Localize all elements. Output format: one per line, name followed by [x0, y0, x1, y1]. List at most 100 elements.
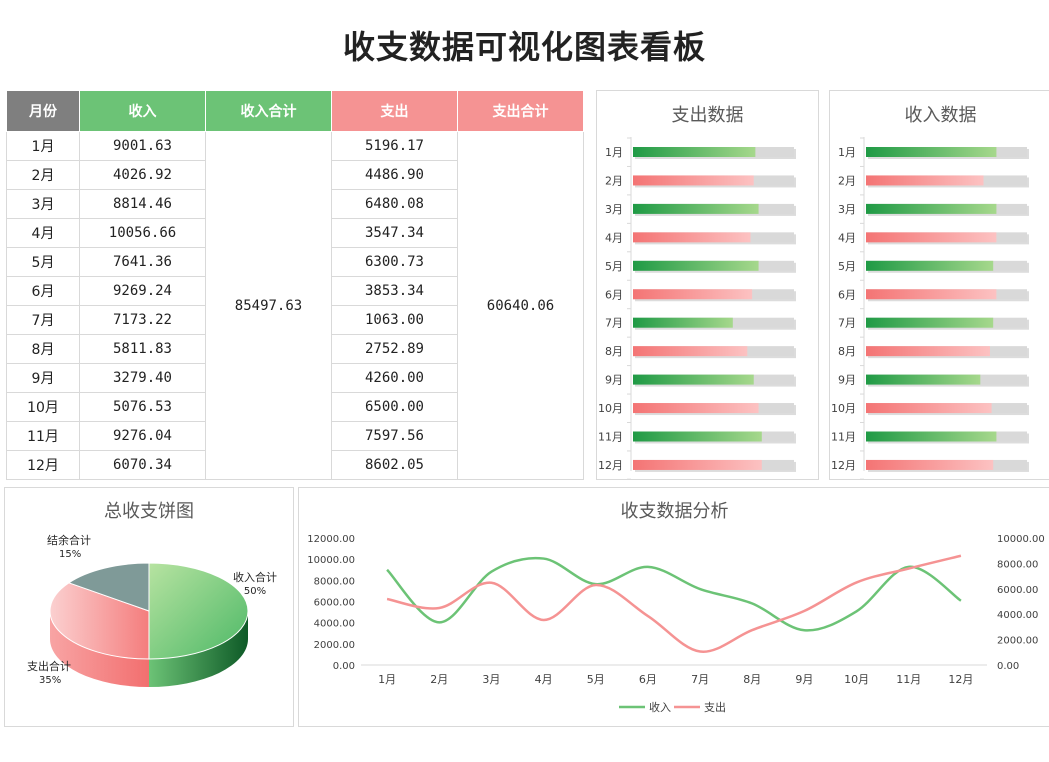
income-tick-label: 12月	[831, 459, 856, 472]
income-tick-label: 7月	[838, 317, 856, 330]
expense-cell: 3853.34	[331, 276, 458, 306]
expense-tick-label: 12月	[598, 459, 623, 472]
income-bar	[866, 374, 981, 385]
income-bar-panel: 收入数据 1月 2月 3月 4月 5月 6月 7月 8月 9月 10月 11月 12月	[829, 90, 1049, 480]
legend-label: 支出	[704, 700, 726, 714]
income-tick-label: 6月	[838, 288, 856, 301]
y-left-tick-label: 2000.00	[314, 640, 355, 651]
y-left-tick-label: 10000.00	[307, 555, 355, 566]
pie-label: 支出合计	[27, 659, 71, 673]
income-cell: 8814.46	[79, 189, 206, 219]
expense-cell: 6480.08	[331, 189, 458, 219]
expense-bar-chart: 1月 2月 3月 4月 5月 6月 7月 8月 9月 10月 11月 12月	[598, 137, 796, 479]
y-right-tick-label: 0.00	[997, 661, 1019, 672]
pie-pct-label: 50%	[244, 586, 266, 597]
month-cell: 3月	[6, 189, 80, 219]
x-tick-label: 2月	[430, 673, 448, 686]
expense-bar	[633, 431, 762, 442]
income-tick-label: 4月	[838, 231, 856, 244]
pie-pct-label: 35%	[39, 675, 61, 686]
income-tick-label: 11月	[831, 431, 856, 444]
pie-panel: 总收支饼图 收入合计 50% 支出合计 35% 结余合计 15%	[4, 487, 294, 727]
income-cell: 10056.66	[79, 218, 206, 248]
income-bar	[866, 175, 984, 186]
income-cell: 9276.04	[79, 421, 206, 451]
income-cell: 7641.36	[79, 247, 206, 277]
expense-tick-label: 3月	[605, 203, 623, 216]
expense-tick-label: 11月	[598, 431, 623, 444]
x-tick-label: 9月	[795, 673, 813, 686]
y-left-tick-label: 6000.00	[314, 598, 355, 609]
expense-tick-label: 5月	[605, 260, 623, 273]
expense-cell: 6500.00	[331, 392, 458, 422]
income-bar	[866, 232, 997, 243]
income-bar	[866, 203, 997, 214]
income-cell: 4026.92	[79, 160, 206, 190]
income-bar	[866, 317, 994, 328]
header-expense-total: 支出合计	[457, 90, 584, 132]
expense-cell: 4260.00	[331, 363, 458, 393]
month-cell: 12月	[6, 450, 80, 480]
income-tick-label: 2月	[838, 174, 856, 187]
x-tick-label: 5月	[587, 673, 605, 686]
month-cell: 9月	[6, 363, 80, 393]
x-tick-label: 3月	[482, 673, 500, 686]
income-cell: 5811.83	[79, 334, 206, 364]
expense-tick-label: 9月	[605, 374, 623, 387]
y-right-tick-label: 10000.00	[997, 534, 1045, 545]
y-right-tick-label: 6000.00	[997, 585, 1038, 596]
series-line-income	[386, 556, 962, 632]
month-cell: 7月	[6, 305, 80, 335]
series-line-expense	[386, 554, 962, 653]
income-cell: 6070.34	[79, 450, 206, 480]
expense-cell: 7597.56	[331, 421, 458, 451]
line-panel: 收支数据分析 0.00 2000.00 4000.00 6000.00 8000.00 1…	[298, 487, 1049, 727]
income-tick-label: 8月	[838, 345, 856, 358]
header-income-total: 收入合计	[205, 90, 332, 132]
income-tick-label: 3月	[838, 203, 856, 216]
income-tick-label: 10月	[831, 402, 856, 415]
expense-bar	[633, 346, 748, 357]
income-bar	[866, 459, 994, 470]
expense-tick-label: 1月	[605, 146, 623, 159]
expense-bar	[633, 317, 733, 328]
expense-bar	[633, 459, 762, 470]
expense-bar	[633, 289, 753, 300]
expense-bar	[633, 374, 754, 385]
expense-cell: 6300.73	[331, 247, 458, 277]
y-left-tick-label: 8000.00	[314, 576, 355, 587]
x-tick-label: 12月	[948, 673, 973, 686]
month-cell: 5月	[6, 247, 80, 277]
income-bar-chart: 1月 2月 3月 4月 5月 6月 7月 8月 9月 10月 11月 12月	[831, 137, 1029, 479]
expense-cell: 3547.34	[331, 218, 458, 248]
pie-chart: 收入合计 50% 支出合计 35% 结余合计 15%	[27, 533, 277, 687]
expense-bar	[633, 147, 756, 157]
income-cell: 9269.24	[79, 276, 206, 306]
x-tick-label: 7月	[691, 673, 709, 686]
income-bar	[866, 403, 992, 414]
income-cell: 9001.63	[79, 131, 206, 161]
header-expense: 支出	[331, 90, 458, 132]
header-month: 月份	[6, 90, 80, 132]
y-right-tick-label: 8000.00	[997, 559, 1038, 570]
expense-bar	[633, 232, 751, 243]
expense-tick-label: 8月	[605, 345, 623, 358]
income-tick-label: 9月	[838, 374, 856, 387]
income-bar	[866, 289, 997, 300]
expense-tick-label: 10月	[598, 402, 623, 415]
month-cell: 8月	[6, 334, 80, 364]
y-right-tick-label: 2000.00	[997, 636, 1038, 647]
expense-bar	[633, 403, 759, 414]
y-left-tick-label: 4000.00	[314, 619, 355, 630]
month-cell: 2月	[6, 160, 80, 190]
y-left-tick-label: 0.00	[333, 661, 355, 672]
income-cell: 7173.22	[79, 305, 206, 335]
expense-cell: 8602.05	[331, 450, 458, 480]
income-cell: 3279.40	[79, 363, 206, 393]
pie-label: 结余合计	[47, 533, 91, 547]
expense-tick-label: 2月	[605, 174, 623, 187]
month-cell: 11月	[6, 421, 80, 451]
income-tick-label: 1月	[838, 146, 856, 159]
x-tick-label: 1月	[378, 673, 396, 686]
income-total-cell: 85497.63	[205, 131, 332, 480]
